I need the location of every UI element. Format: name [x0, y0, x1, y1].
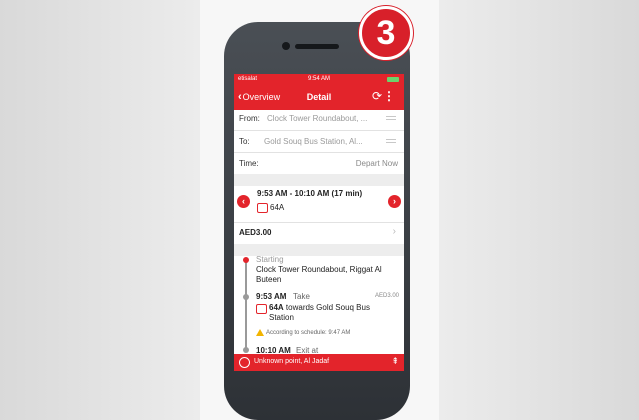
trip-times: 9:53 AM - 10:10 AM (17 min)	[257, 189, 363, 198]
section-spacer	[234, 174, 404, 186]
from-label: From:	[239, 114, 260, 123]
previous-trip-button[interactable]: ‹	[237, 195, 250, 208]
trip-route: 64A	[257, 203, 284, 213]
start-marker-icon	[243, 257, 249, 263]
location-target-icon	[239, 357, 250, 368]
trip-summary[interactable]: ‹ 9:53 AM - 10:10 AM (17 min) 64A ›	[234, 186, 404, 222]
start-place: Clock Tower Roundabout, Riggat Al Buteen	[256, 265, 382, 284]
time-row[interactable]: Time: Depart Now	[234, 153, 404, 173]
bus-icon	[257, 203, 268, 213]
battery-icon	[387, 77, 399, 82]
location-footer[interactable]: Unknown point, Al Jadaf ⇞	[234, 354, 404, 371]
drag-handle-icon[interactable]	[386, 139, 396, 145]
step-number-badge: 3	[359, 6, 413, 60]
warning-icon	[256, 329, 264, 336]
schedule-note: According to schedule: 9:47 AM	[256, 329, 350, 336]
from-row[interactable]: From: Clock Tower Roundabout, ...	[234, 111, 404, 127]
take-route-number: 64A	[269, 303, 284, 312]
expand-up-icon[interactable]: ⇞	[391, 356, 399, 367]
camera	[282, 42, 290, 50]
nav-bar: ‹Overview Detail ⟳ ⋮	[234, 85, 404, 110]
start-label: Starting	[256, 255, 284, 264]
footer-location: Unknown point, Al Jadaf	[254, 358, 330, 365]
refresh-icon[interactable]: ⟳	[372, 89, 382, 103]
to-row[interactable]: To: Gold Souq Bus Station, Al...	[234, 131, 404, 151]
next-trip-button[interactable]: ›	[388, 195, 401, 208]
stop-marker-icon	[243, 347, 249, 353]
bus-icon	[256, 304, 267, 314]
from-field[interactable]: Clock Tower Roundabout, ...	[267, 114, 382, 123]
take-time: 9:53 AM	[256, 292, 287, 301]
speaker	[295, 44, 339, 49]
background-left	[0, 0, 200, 420]
to-field[interactable]: Gold Souq Bus Station, Al...	[264, 137, 382, 146]
more-icon[interactable]: ⋮	[383, 89, 395, 103]
take-label: Take	[293, 292, 310, 301]
schedule-text: According to schedule: 9:47 AM	[266, 330, 351, 337]
stop-marker-icon	[243, 294, 249, 300]
time-value[interactable]: Depart Now	[356, 159, 398, 168]
to-label: To:	[239, 137, 250, 146]
take-route-line: 64A towards Gold Souq Bus Station	[269, 303, 394, 323]
route-timeline	[245, 260, 247, 350]
fare-value: AED3.00	[239, 228, 272, 237]
status-bar: etisalat 9:54 AM	[234, 74, 404, 85]
take-towards: towards Gold Souq Bus Station	[269, 303, 370, 322]
background-right	[439, 0, 639, 420]
time-label: Time:	[239, 159, 259, 168]
drag-handle-icon[interactable]	[386, 116, 396, 122]
route-number: 64A	[270, 203, 285, 213]
fare-row[interactable]: AED3.00 ›	[234, 223, 404, 243]
app-screen: etisalat 9:54 AM ‹Overview Detail ⟳ ⋮ Fr…	[234, 74, 404, 371]
chevron-right-icon: ›	[392, 226, 396, 237]
take-fare: AED3.00	[374, 293, 399, 299]
status-time: 9:54 AM	[307, 76, 330, 82]
